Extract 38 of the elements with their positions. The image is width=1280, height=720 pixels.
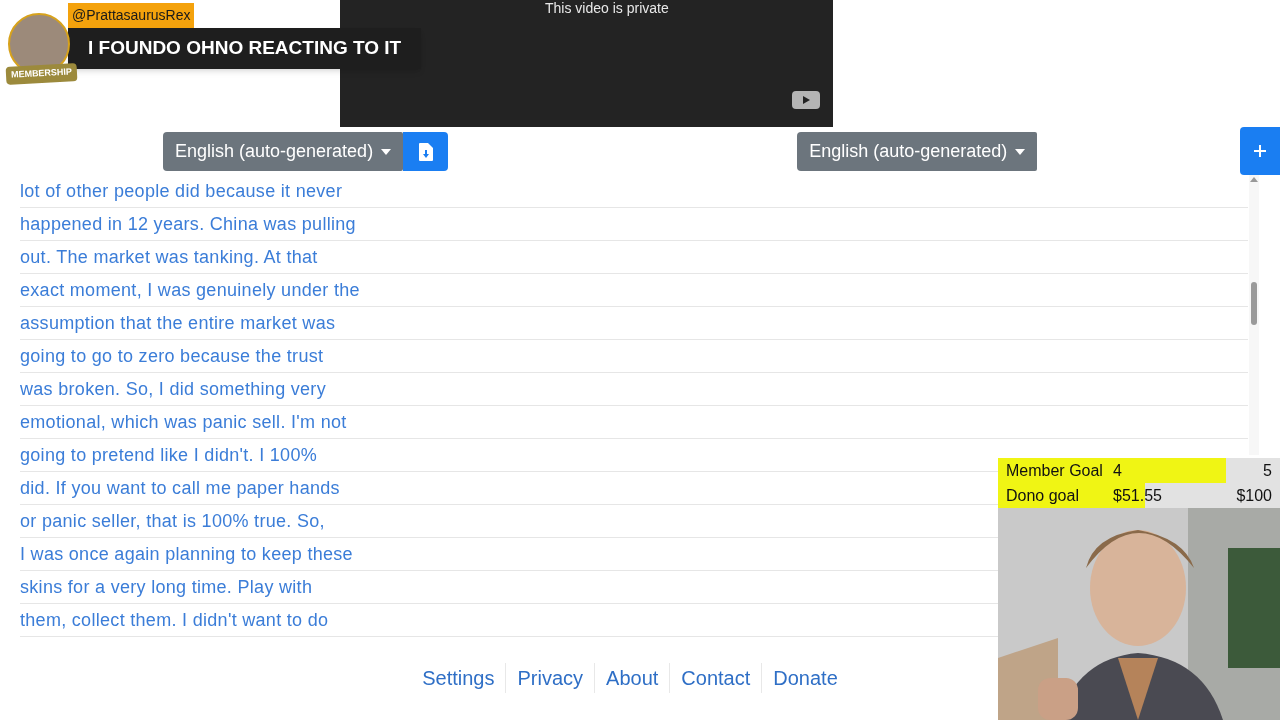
transcript-line[interactable]: did. If you want to call me paper hands bbox=[20, 474, 340, 502]
transcript-line[interactable]: exact moment, I was genuinely under the bbox=[20, 276, 360, 304]
language-dropdown[interactable]: English (auto-generated) bbox=[797, 132, 1038, 171]
goal-current: 4 bbox=[1113, 460, 1122, 481]
scrollbar[interactable] bbox=[1249, 175, 1259, 455]
file-download-icon bbox=[418, 142, 433, 161]
transcript-line[interactable]: them, collect them. I didn't want to do bbox=[20, 606, 329, 634]
chat-message: I FOUNDO OHNO REACTING TO IT bbox=[68, 28, 422, 69]
language-dropdown[interactable]: English (auto-generated) bbox=[163, 132, 404, 171]
footer-link[interactable]: Donate bbox=[762, 663, 849, 693]
footer-link[interactable]: Contact bbox=[670, 663, 763, 693]
add-button[interactable] bbox=[1240, 127, 1280, 175]
goal-target: $100 bbox=[1236, 485, 1272, 506]
transcript-line[interactable]: happened in 12 years. China was pulling bbox=[20, 210, 356, 238]
goal-target: 5 bbox=[1263, 460, 1272, 481]
transcript-line[interactable]: I was once again planning to keep these bbox=[20, 540, 353, 568]
goal-label: Dono goal bbox=[1006, 485, 1080, 506]
transcript-line[interactable]: or panic seller, that is 100% true. So, bbox=[20, 507, 325, 535]
footer-link[interactable]: About bbox=[595, 663, 671, 693]
caret-icon bbox=[381, 148, 392, 155]
transcript-line[interactable]: skins for a very long time. Play with bbox=[20, 573, 313, 601]
scroll-up-icon bbox=[1250, 177, 1258, 182]
goal-label: Member Goal bbox=[1006, 460, 1104, 481]
transcript-line[interactable]: going to pretend like I didn't. I 100% bbox=[20, 441, 318, 469]
transcript-line[interactable]: emotional, which was panic sell. I'm not bbox=[20, 408, 347, 436]
youtube-icon[interactable] bbox=[792, 91, 820, 109]
video-message: This video is private bbox=[545, 0, 669, 16]
username-tag: @PrattasaurusRex bbox=[68, 3, 195, 28]
transcript-line[interactable]: lot of other people did because it never bbox=[20, 177, 343, 205]
footer-link[interactable]: Privacy bbox=[506, 663, 596, 693]
footer-link[interactable]: Settings bbox=[411, 663, 507, 693]
transcript-line[interactable]: going to go to zero because the trust bbox=[20, 342, 324, 370]
plus-icon bbox=[1254, 145, 1266, 157]
download-button[interactable] bbox=[403, 132, 449, 171]
transcript-line[interactable]: out. The market was tanking. At that bbox=[20, 243, 318, 271]
transcript-line[interactable]: was broken. So, I did something very bbox=[20, 375, 326, 403]
transcript-line[interactable]: assumption that the entire market was bbox=[20, 309, 336, 337]
caret-icon bbox=[1015, 148, 1026, 155]
